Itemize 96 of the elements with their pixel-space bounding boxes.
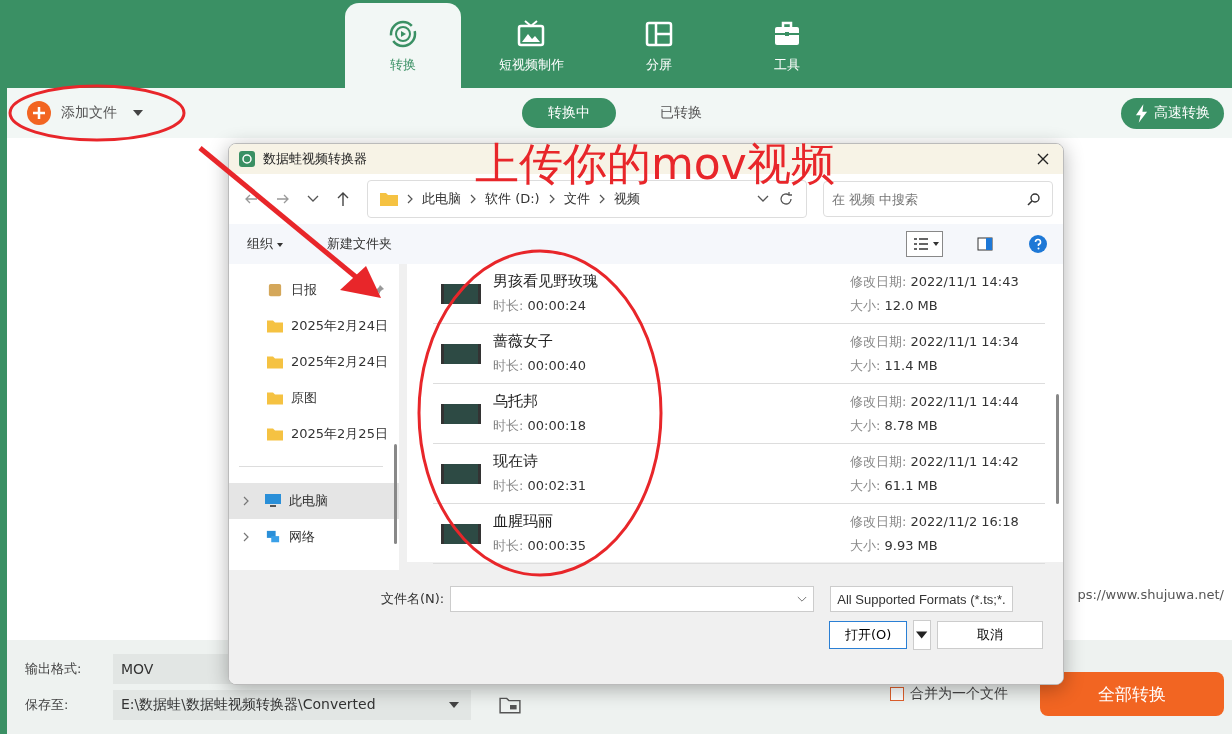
file-name-label: 文件名(N): — [381, 590, 445, 608]
folder-icon — [267, 391, 283, 405]
file-row[interactable]: 乌托邦 时长: 00:00:18 修改日期: 2022/11/1 14:44 大小: 8.78 MB — [433, 384, 1045, 444]
nav-item[interactable]: 此电脑 — [229, 483, 399, 519]
chevron-right-icon — [407, 194, 413, 204]
plus-icon — [27, 101, 51, 125]
file-row[interactable]: 血腥玛丽 时长: 00:00:35 修改日期: 2022/11/2 16:18 大小: 9.93 MB — [433, 504, 1045, 564]
dialog-title: 数据蛙视频转换器 — [263, 150, 367, 168]
video-thumbnail — [441, 343, 481, 364]
file-duration: 时长: 00:00:35 — [493, 537, 586, 555]
chevron-right-icon — [598, 194, 605, 204]
list-view-icon — [913, 237, 929, 251]
chevron-right-icon — [548, 194, 555, 204]
caret-icon — [133, 110, 143, 116]
folder-icon — [267, 319, 283, 333]
monitor-icon — [265, 494, 281, 508]
status-tab[interactable]: 已转换 — [634, 98, 728, 128]
file-duration: 时长: 00:02:31 — [493, 477, 586, 495]
path-segment[interactable]: 视频 — [613, 190, 640, 208]
file-name-field[interactable] — [450, 586, 815, 612]
caret-icon — [933, 242, 939, 246]
file-type-dropdown[interactable]: All Supported Formats (*.ts;*. — [830, 586, 1013, 612]
file-row[interactable]: 蔷薇女子 时长: 00:00:40 修改日期: 2022/11/1 14:34 大小: 11.4 MB — [433, 324, 1045, 384]
chevron-right-icon — [243, 496, 249, 506]
folder-icon — [267, 427, 283, 441]
website-url: ps://www.shujuwa.net/ — [1077, 587, 1224, 602]
path-segment[interactable]: 文件 — [563, 190, 590, 208]
path-segment[interactable]: 此电脑 — [422, 190, 461, 208]
nav-item[interactable]: 2025年2月25日 — [229, 416, 399, 452]
main-tab[interactable]: 短视频制作 — [473, 3, 589, 88]
file-date: 修改日期: 2022/11/2 16:18 — [850, 512, 1020, 531]
file-duration: 时长: 00:00:18 — [493, 417, 586, 435]
save-path-field[interactable]: E:\数据蛙\数据蛙视频转换器\Converted — [113, 690, 471, 720]
nav-item[interactable]: 网络 — [229, 519, 399, 555]
fast-convert-button[interactable]: 高速转换 — [1121, 97, 1224, 129]
chevron-right-icon — [470, 194, 476, 204]
nav-item[interactable]: 日报 — [229, 272, 399, 308]
lightning-icon — [1135, 103, 1148, 123]
file-size: 大小: 11.4 MB — [850, 356, 939, 375]
file-date: 修改日期: 2022/11/1 14:43 — [850, 272, 1020, 291]
folder-icon — [267, 355, 283, 369]
file-date: 修改日期: 2022/11/1 14:34 — [850, 332, 1020, 351]
folder-icon — [380, 192, 398, 206]
document-icon — [267, 283, 283, 297]
status-tab[interactable]: 转换中 — [522, 98, 616, 128]
file-date: 修改日期: 2022/11/1 14:42 — [850, 452, 1020, 471]
new-folder-button[interactable]: 新建文件夹 — [327, 235, 393, 253]
file-name: 乌托邦 — [493, 392, 539, 411]
caret-icon[interactable] — [913, 620, 931, 650]
file-name: 男孩看见野玫瑰 — [493, 272, 598, 291]
video-thumbnail — [441, 463, 481, 484]
merge-checkbox[interactable]: 合并为一个文件 — [890, 685, 1008, 703]
file-row[interactable]: 现在诗 时长: 00:02:31 修改日期: 2022/11/1 14:42 大小: 61.1 MB — [433, 444, 1045, 504]
chevron-right-icon — [243, 532, 249, 542]
file-size: 大小: 12.0 MB — [850, 296, 939, 315]
caret-icon — [277, 242, 284, 247]
main-tab[interactable]: 分屏 — [601, 3, 717, 88]
file-size: 大小: 9.93 MB — [850, 536, 939, 555]
refresh-icon[interactable] — [778, 191, 794, 207]
path-segment[interactable]: 软件 (D:) — [485, 190, 540, 208]
file-name: 蔷薇女子 — [493, 332, 554, 351]
chevron-down-icon — [797, 595, 808, 603]
add-file-button[interactable]: 添加文件 — [27, 101, 143, 125]
help-icon[interactable] — [1029, 235, 1047, 253]
folder-icon[interactable] — [499, 696, 521, 714]
file-name: 血腥玛丽 — [493, 512, 554, 531]
network-icon — [265, 530, 281, 544]
app-logo-icon — [239, 151, 255, 167]
nav-item[interactable]: 原图 — [229, 380, 399, 416]
file-row[interactable]: 男孩看见野玫瑰 时长: 00:00:24 修改日期: 2022/11/1 14:43 大小: 12.0 MB — [433, 264, 1045, 324]
file-size: 大小: 61.1 MB — [850, 476, 939, 495]
chevron-down-icon[interactable] — [307, 195, 319, 203]
view-options-button[interactable] — [906, 231, 943, 257]
dropdown-caret-icon[interactable] — [449, 702, 459, 708]
main-tab[interactable]: 工具 — [729, 3, 845, 88]
nav-item[interactable]: 2025年2月24日 — [229, 344, 399, 380]
search-icon — [1027, 192, 1041, 206]
file-date: 修改日期: 2022/11/1 14:44 — [850, 392, 1020, 411]
main-tab[interactable]: 转换 — [345, 3, 461, 88]
cancel-button[interactable]: 取消 — [936, 621, 1043, 649]
preview-pane-icon[interactable] — [977, 237, 993, 251]
file-size: 大小: 8.78 MB — [850, 416, 939, 435]
file-duration: 时长: 00:00:24 — [493, 297, 587, 315]
file-name: 现在诗 — [493, 452, 539, 471]
nav-item[interactable]: 2025年2月24日 — [229, 308, 399, 344]
close-icon[interactable] — [1037, 153, 1049, 165]
organize-menu[interactable]: 组织 — [247, 235, 284, 253]
open-button[interactable]: 打开(O) — [829, 621, 908, 649]
output-format-label: 输出格式: — [25, 660, 83, 678]
up-arrow-icon[interactable] — [335, 191, 351, 207]
file-duration: 时长: 00:00:40 — [493, 357, 586, 375]
save-to-label: 保存至: — [25, 696, 70, 714]
chevron-down-icon[interactable] — [757, 195, 769, 203]
checkbox[interactable] — [890, 687, 904, 701]
video-thumbnail — [441, 403, 481, 424]
video-thumbnail — [441, 523, 481, 544]
